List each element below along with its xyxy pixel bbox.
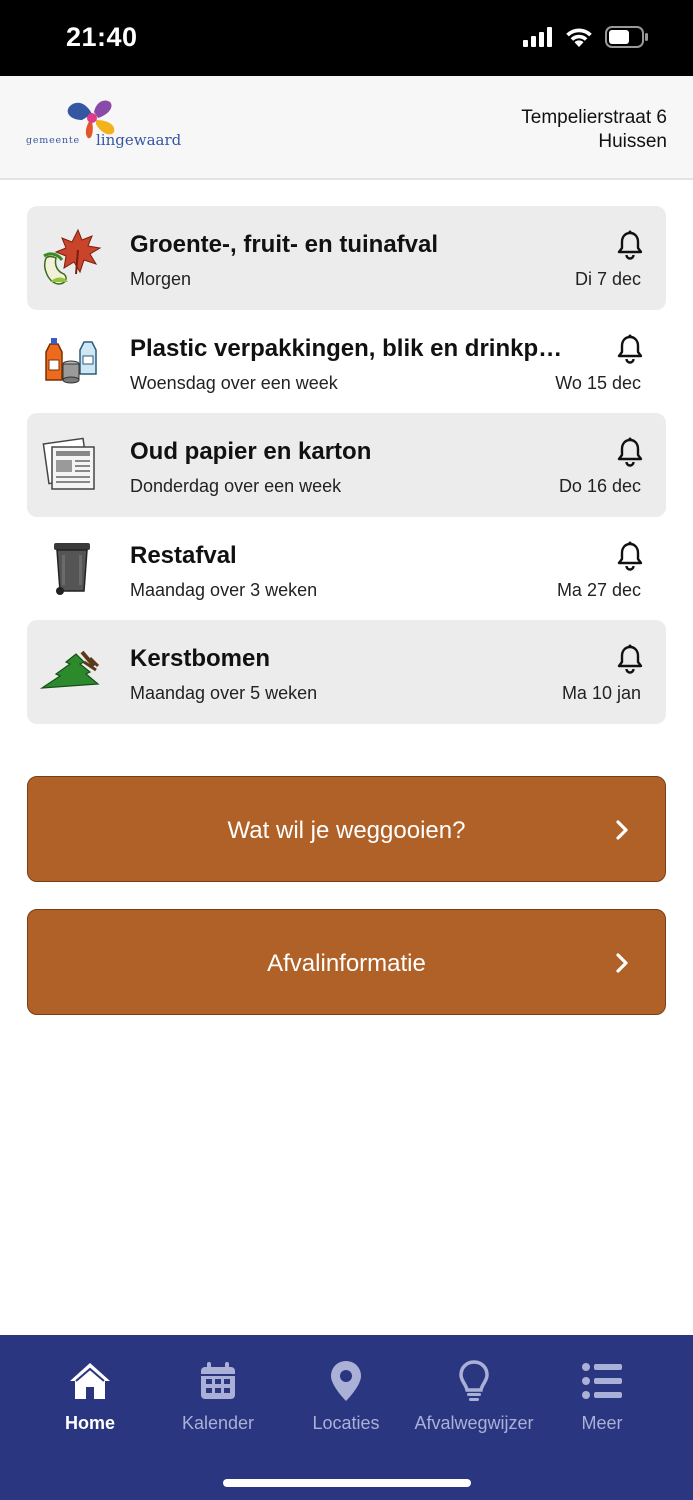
collection-title: Restafval — [130, 541, 237, 569]
collection-row-rest[interactable]: Restafval Maandag over 3 weken Ma 27 dec — [27, 517, 666, 621]
collection-row-paper[interactable]: Oud papier en karton Donderdag over een … — [27, 413, 666, 517]
battery-icon — [605, 26, 648, 48]
what-to-throw-away-label: Wat wil je weggooien? — [227, 817, 466, 844]
gft-leaf-apple-icon — [43, 228, 102, 285]
tab-locaties[interactable]: Locaties — [281, 1359, 411, 1434]
address-city: Huissen — [598, 131, 667, 152]
collection-relative-date: Maandag over 5 weken — [130, 683, 318, 703]
pmd-bottles-icon — [45, 337, 97, 383]
tab-meer[interactable]: Meer — [537, 1359, 667, 1434]
rest-bin-icon — [54, 542, 90, 595]
tab-kalender[interactable]: Kalender — [153, 1359, 283, 1434]
bottom-tab-bar: Home Kalender Locaties Afvalwegwijzer Me… — [0, 1335, 693, 1500]
collection-date: Ma 10 jan — [561, 683, 641, 703]
calendar-icon — [201, 1362, 235, 1399]
bell-icon[interactable] — [616, 334, 644, 364]
collection-date: Do 16 dec — [558, 476, 641, 496]
collection-list: Groente-, fruit- en tuinafval Morgen Di … — [27, 206, 666, 724]
collection-relative-date: Morgen — [130, 269, 192, 289]
tab-afvalwegwijzer[interactable]: Afvalwegwijzer — [409, 1359, 539, 1434]
logo-big-text: lingewaard — [96, 131, 182, 149]
address-block[interactable]: Tempelierstraat 6 Huissen — [521, 106, 667, 154]
collection-title: Plastic verpakkingen, blik en drinkpakke… — [130, 334, 570, 362]
cellular-signal-icon — [523, 27, 552, 47]
location-pin-icon — [331, 1361, 361, 1401]
gemeente-lingewaard-logo: gemeente lingewaard — [24, 98, 184, 158]
collection-date: Wo 15 dec — [555, 372, 641, 393]
bell-icon[interactable] — [616, 644, 644, 674]
collection-title: Kerstbomen — [130, 645, 271, 672]
collection-row-christmas-trees[interactable]: Kerstbomen Maandag over 5 weken Ma 10 ja… — [27, 620, 666, 724]
collection-title: Groente-, fruit- en tuinafval — [130, 231, 439, 258]
collection-title: Oud papier en karton — [130, 438, 372, 465]
bell-icon[interactable] — [616, 230, 644, 260]
bell-icon[interactable] — [616, 437, 644, 467]
collection-relative-date: Maandag over 3 weken — [130, 579, 318, 600]
collection-date: Ma 27 dec — [556, 579, 641, 600]
what-to-throw-away-button[interactable]: Wat wil je weggooien? — [27, 776, 666, 882]
waste-information-label: Afvalinformatie — [267, 950, 426, 977]
collection-date: Di 7 dec — [574, 269, 641, 289]
tab-label: Kalender — [181, 1413, 255, 1433]
collection-relative-date: Donderdag over een week — [130, 476, 342, 496]
tab-home[interactable]: Home — [25, 1359, 155, 1434]
status-icons — [523, 26, 649, 48]
logo-small-text: gemeente — [26, 135, 80, 146]
bell-icon[interactable] — [616, 541, 644, 571]
christmas-tree-icon — [40, 650, 100, 689]
lightbulb-icon — [459, 1360, 489, 1401]
wifi-icon — [566, 28, 592, 47]
list-icon — [582, 1363, 622, 1399]
home-icon — [70, 1363, 110, 1399]
tab-label: Home — [64, 1413, 115, 1433]
waste-information-button[interactable]: Afvalinformatie — [27, 909, 666, 1015]
collection-row-gft[interactable]: Groente-, fruit- en tuinafval Morgen Di … — [27, 206, 666, 310]
chevron-right-icon — [616, 820, 628, 840]
address-street: Tempelierstraat 6 — [521, 107, 667, 128]
app-header: gemeente lingewaard Tempelierstraat 6 Hu… — [0, 76, 693, 180]
collection-relative-date: Woensdag over een week — [130, 372, 338, 393]
chevron-right-icon — [616, 953, 628, 973]
paper-newspaper-icon — [42, 437, 95, 490]
tab-label: Meer — [581, 1413, 623, 1433]
home-indicator[interactable] — [223, 1479, 471, 1487]
status-time: 21:40 — [66, 22, 138, 52]
status-bar: 21:40 — [0, 0, 693, 76]
tab-label: Afvalwegwijzer — [414, 1413, 534, 1433]
collection-row-pmd[interactable]: Plastic verpakkingen, blik en drinkpakke… — [27, 310, 666, 414]
tab-label: Locaties — [312, 1413, 380, 1433]
